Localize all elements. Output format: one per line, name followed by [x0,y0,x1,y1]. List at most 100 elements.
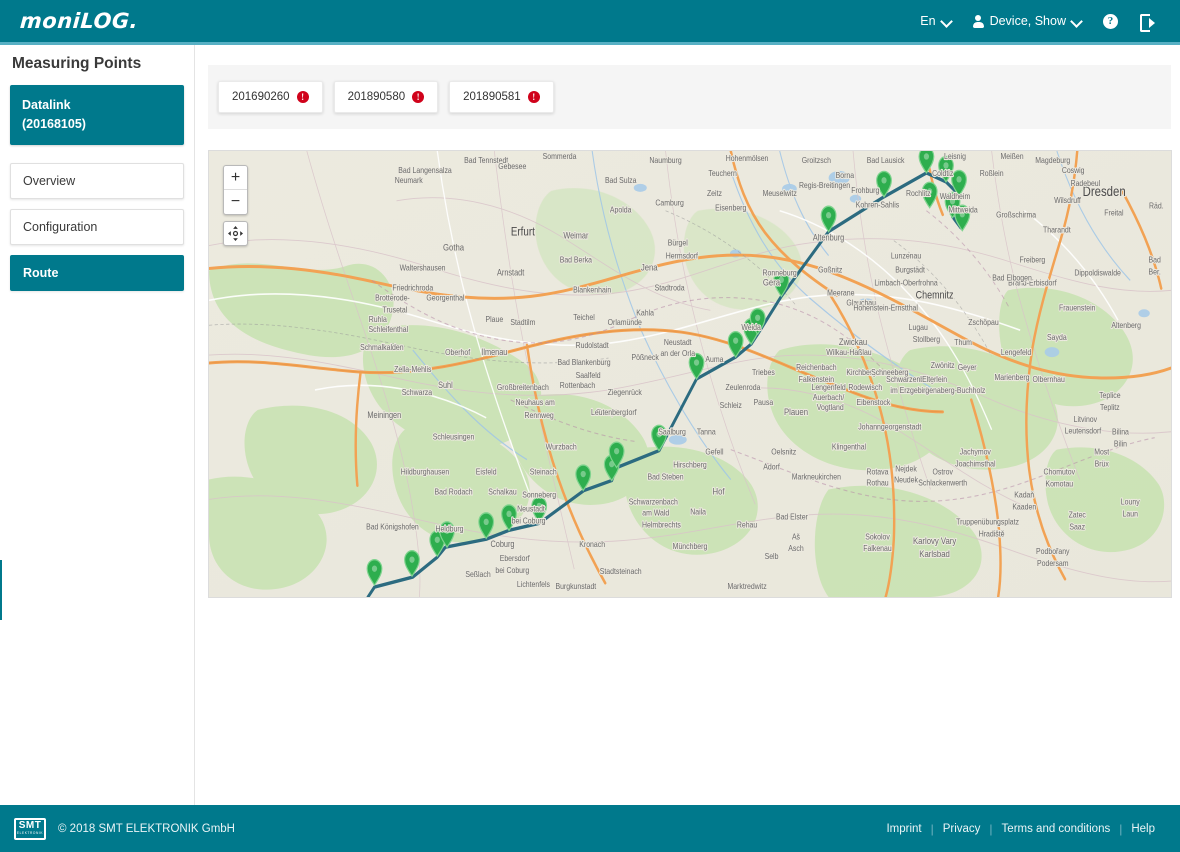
map-label: im Erzgebirge [890,385,933,395]
footer-link-terms[interactable]: Terms and conditions [993,823,1120,835]
map-label: Rotava [867,467,890,477]
map-label: Wurzbach [546,442,577,452]
map-label: Großbreitenbach [497,382,549,392]
map-label: Ilmenau [481,347,507,357]
map-label: Bad Steben [647,472,683,482]
map-label: Klingenthal [832,442,866,452]
map-label: Georgenthal [426,293,464,303]
map-label: Bad Sulza [605,175,637,185]
map-label: Lunzenau [891,251,921,261]
map-label: Räd. [1149,201,1164,211]
language-selector[interactable]: En [909,0,961,42]
map-label: Hermsdorf [666,251,699,261]
map-label: Truppenübungsplatz [956,517,1019,527]
map-label: Hradiště [979,529,1005,539]
map-label: Ber. [1149,267,1161,277]
sidebar-spacer [0,145,194,163]
sidebar-item-route[interactable]: Route [10,255,184,291]
map-label: Bilin [1114,439,1127,449]
map-label: Elterlein [922,374,947,384]
map-label: Reichenbach [796,362,836,372]
route-map[interactable]: Bad TennstedtSommerdaNaumburgHohenmölsen… [208,150,1172,598]
map-label: Schleusingen [433,432,475,442]
map-label: Eisenberg [715,203,746,213]
map-label: Schwarza [402,387,433,397]
map-label: Borna [836,170,855,180]
logout-button[interactable] [1129,0,1166,42]
help-button[interactable]: ? [1092,0,1129,42]
device-chips-panel: 201690260 ! 201890580 ! 201890581 ! [208,65,1171,129]
map-label: Zschöpau [968,318,998,328]
zoom-out-button[interactable]: − [224,190,247,214]
map-label: Tanna [697,427,716,437]
map-label: Sayda [1047,332,1067,342]
footer-link-imprint[interactable]: Imprint [877,823,930,835]
device-id: (20168105) [22,115,172,134]
exclamation-circle-icon: ! [528,91,540,103]
map-label: Leutenberg [591,407,626,417]
map-label: Coldtiz [932,168,953,178]
map-label: Teplitz [1100,402,1120,412]
map-label: Jena [641,262,658,273]
map-label: Schlackenwerth [918,478,967,488]
map-label: Wilsdruff [1054,195,1082,205]
map-label: Oelsnitz [771,447,796,457]
device-chip[interactable]: 201690260 ! [218,81,323,113]
zoom-in-button[interactable]: + [224,166,247,190]
map-label: Karlovy Vary [913,535,957,546]
map-label: Marktredwitz [727,581,766,591]
map-label: Hof [713,486,726,497]
map-label: Johanngeorgenstadt [858,422,922,432]
map-label: Stadtilm [510,318,535,328]
map-label: Magdeburg [1035,155,1070,165]
map-label: Kohren-Sahlis [856,200,900,210]
map-label: Saaz [1069,522,1085,532]
language-label: En [920,14,935,28]
main-content: 201690260 ! 201890580 ! 201890581 ! [195,45,1180,805]
map-label: Teuchern [708,168,736,178]
map-zoom-controls[interactable]: + − [223,165,248,215]
map-label: Bad Blankenburg [557,357,610,367]
map-label: Aš [792,532,800,542]
user-menu[interactable]: Device, Show [962,0,1092,42]
map-label: Brotterode- [375,293,410,303]
device-chip-label: 201890581 [463,91,521,103]
map-label: Bad Rodach [435,487,473,497]
device-chips-row: 201690260 ! 201890580 ! 201890581 ! [208,65,1171,129]
map-label: Frohburg [851,185,879,195]
map-label: Ruhla [369,315,388,325]
map-label: Großschirma [996,210,1037,220]
sidebar-item-configuration[interactable]: Configuration [10,209,184,245]
fit-bounds-button[interactable] [223,221,248,246]
footer-link-privacy[interactable]: Privacy [934,823,990,835]
map-label: Rehau [737,520,757,530]
device-chip[interactable]: 201890580 ! [334,81,439,113]
map-label: Friedrichroda [392,283,433,293]
device-chip-label: 201890580 [348,91,406,103]
map-label: Rodewisch [848,382,882,392]
map-label: Neustadt [664,337,692,347]
question-circle-icon: ? [1103,14,1118,29]
map-label: Most [1094,447,1110,457]
map-label: Erfurt [511,226,535,239]
copyright-text: © 2018 SMT ELEKTRONIK GmbH [58,823,235,835]
chevron-down-icon [1072,17,1081,26]
map-label: Karlsbad [919,548,950,559]
map-label: Burgstädt [895,265,925,275]
map-label: Hirschberg [673,460,706,470]
footer-link-help[interactable]: Help [1122,823,1164,835]
map-label: Pausa [754,397,774,407]
smt-logo-text: SMT [19,821,42,831]
map-label: Hohenmölsen [726,153,769,163]
map-label: Eibenstock [857,397,891,407]
map-label: Ebersdorf [500,554,531,564]
map-label: Trusetal [383,305,408,315]
sidebar-device-card[interactable]: Datalink (20168105) [10,85,184,145]
map-label: Münchberg [673,542,708,552]
device-chip[interactable]: 201890581 ! [449,81,554,113]
sidebar-item-overview[interactable]: Overview [10,163,184,199]
map-label: Zwickau [839,336,868,347]
map-label: Schmalkalden [360,342,403,352]
user-label: Device, Show [990,14,1066,28]
map-label: Ronneburg [763,268,797,278]
